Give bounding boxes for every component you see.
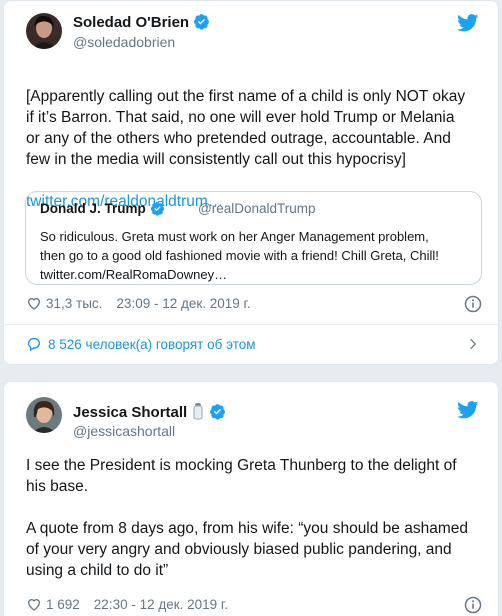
reply-bubble-icon [28,338,40,352]
author-name-jessica[interactable]: Jessica Shortall [73,402,226,421]
tweet-card-jessica: Jessica Shortall @jessicashortall I see … [3,381,499,616]
chevron-right-icon[interactable] [466,337,480,351]
author-handle-soledad[interactable]: @soledadobrien [73,34,175,50]
tweet-card-soledad: Soledad O'Brien @soledadobrien [Apparent… [3,0,499,365]
avatar-soledad[interactable] [26,13,62,49]
verified-badge-icon [194,14,210,30]
tweet-text-jessica: I see the President is mocking Greta Thu… [26,457,468,579]
author-handle-jessica[interactable]: @jessicashortall [73,423,175,439]
verified-badge-icon [150,201,164,216]
quoted-tweet-text: So ridiculous. Greta must work on her An… [40,229,439,282]
twitter-bird-icon[interactable] [457,14,479,32]
tweet-meta-soledad: 31,3 тыс. 23:09 - 12 дек. 2019 г. [26,295,251,311]
conversation-link[interactable]: 8 526 человек(а) говорят об этом [26,336,256,352]
salt-shaker-icon [193,403,203,420]
tweet-meta-jessica: 1 692 22:30 - 12 дек. 2019 г. [26,596,228,612]
heart-icon[interactable] [26,295,42,311]
twitter-bird-icon[interactable] [457,401,479,419]
info-icon[interactable] [464,596,482,614]
tweet-text-soledad: [Apparently calling out the first name o… [26,88,466,210]
avatar-jessica[interactable] [26,397,62,433]
quoted-author-handle: @realDonaldTrump [198,201,316,216]
heart-icon[interactable] [26,596,42,612]
like-count[interactable]: 1 692 [46,597,80,612]
quoted-author-name: Donald J. Trump [40,201,165,216]
info-icon[interactable] [464,295,482,313]
quoted-tweet-trump[interactable]: Donald J. Trump @realDonaldTrump So ridi… [25,191,482,285]
like-count[interactable]: 31,3 тыс. [46,296,102,311]
timestamp[interactable]: 23:09 - 12 дек. 2019 г. [116,296,250,311]
timestamp[interactable]: 22:30 - 12 дек. 2019 г. [94,597,228,612]
author-name-soledad[interactable]: Soledad O'Brien [73,13,210,31]
divider [4,324,498,325]
verified-badge-icon [210,404,226,420]
